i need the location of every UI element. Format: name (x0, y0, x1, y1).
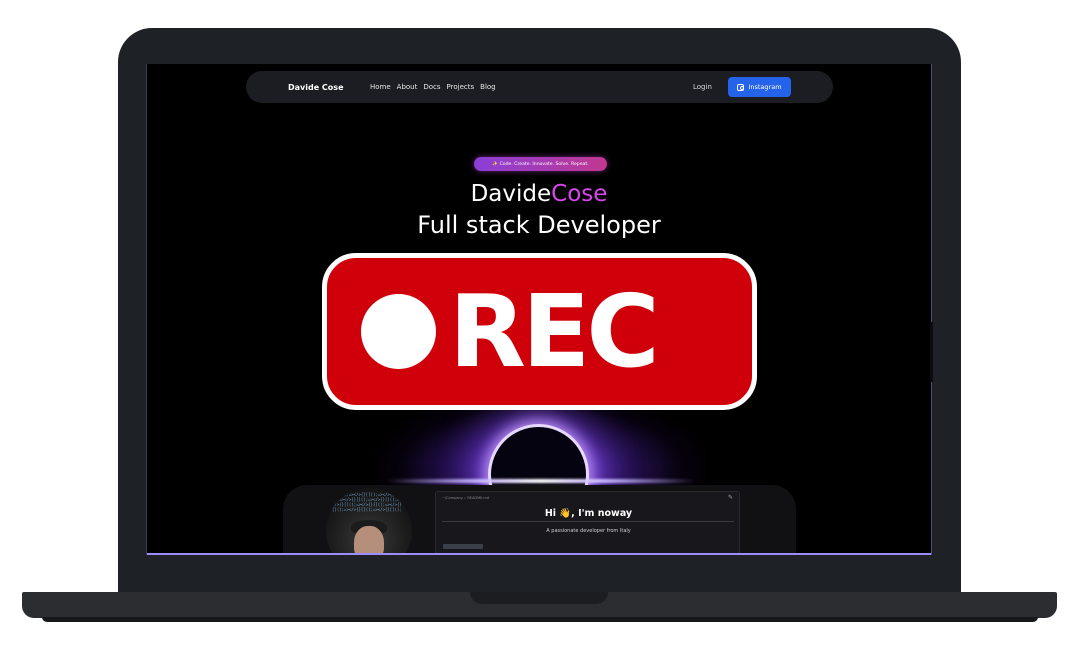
tagline-badge: ✨ Code. Create. Innovate. Solve. Repeat. (474, 157, 607, 171)
nav-link-about[interactable]: About (397, 83, 418, 91)
screen-side-notch (930, 322, 933, 382)
login-link[interactable]: Login (693, 83, 712, 91)
readme-terminal: ~/Company :: README.md ✎ Hi 👋, I'm noway… (435, 491, 740, 553)
instagram-icon (737, 83, 745, 91)
edit-pencil-icon[interactable]: ✎ (728, 494, 733, 501)
greeting-description: A passionate developer from Italy (546, 528, 631, 534)
hero-subtitle: Full stack Developer (417, 211, 661, 239)
nav-link-home[interactable]: Home (370, 83, 391, 91)
rec-label: REC (449, 273, 660, 390)
hero-title-main: Davide (470, 181, 552, 207)
terminal-title: ~/Company :: README.md (442, 496, 490, 500)
avatar: {}[]();=></>{}[]();=></>{}[]();=></>{}[]… (326, 488, 412, 553)
terminal-divider (442, 521, 734, 522)
instagram-button-label: Instagram (748, 83, 782, 91)
hero-title: DavideCose (146, 181, 932, 207)
nav-link-docs[interactable]: Docs (423, 83, 440, 91)
brand-logo[interactable]: Davide Cose (288, 83, 344, 92)
hero-title-accent: Cose (551, 181, 608, 207)
screen-edge-left (146, 64, 147, 555)
nav-link-projects[interactable]: Projects (447, 83, 475, 91)
instagram-button[interactable]: Instagram (728, 77, 791, 97)
black-hole-horizon (386, 479, 696, 483)
navbar: Davide Cose Home About Docs Projects Blo… (246, 71, 833, 103)
screen-edge-right (931, 64, 932, 555)
nav-link-blog[interactable]: Blog (480, 83, 495, 91)
avatar-face (354, 526, 384, 553)
record-dot-icon (361, 294, 436, 369)
profile-badge (443, 544, 483, 549)
nav-links: Home About Docs Projects Blog (370, 83, 496, 91)
laptop-base-shadow (42, 617, 1038, 622)
rec-overlay: REC (322, 253, 757, 410)
greeting-heading: Hi 👋, I'm noway (544, 508, 633, 519)
laptop-notch (470, 592, 608, 604)
